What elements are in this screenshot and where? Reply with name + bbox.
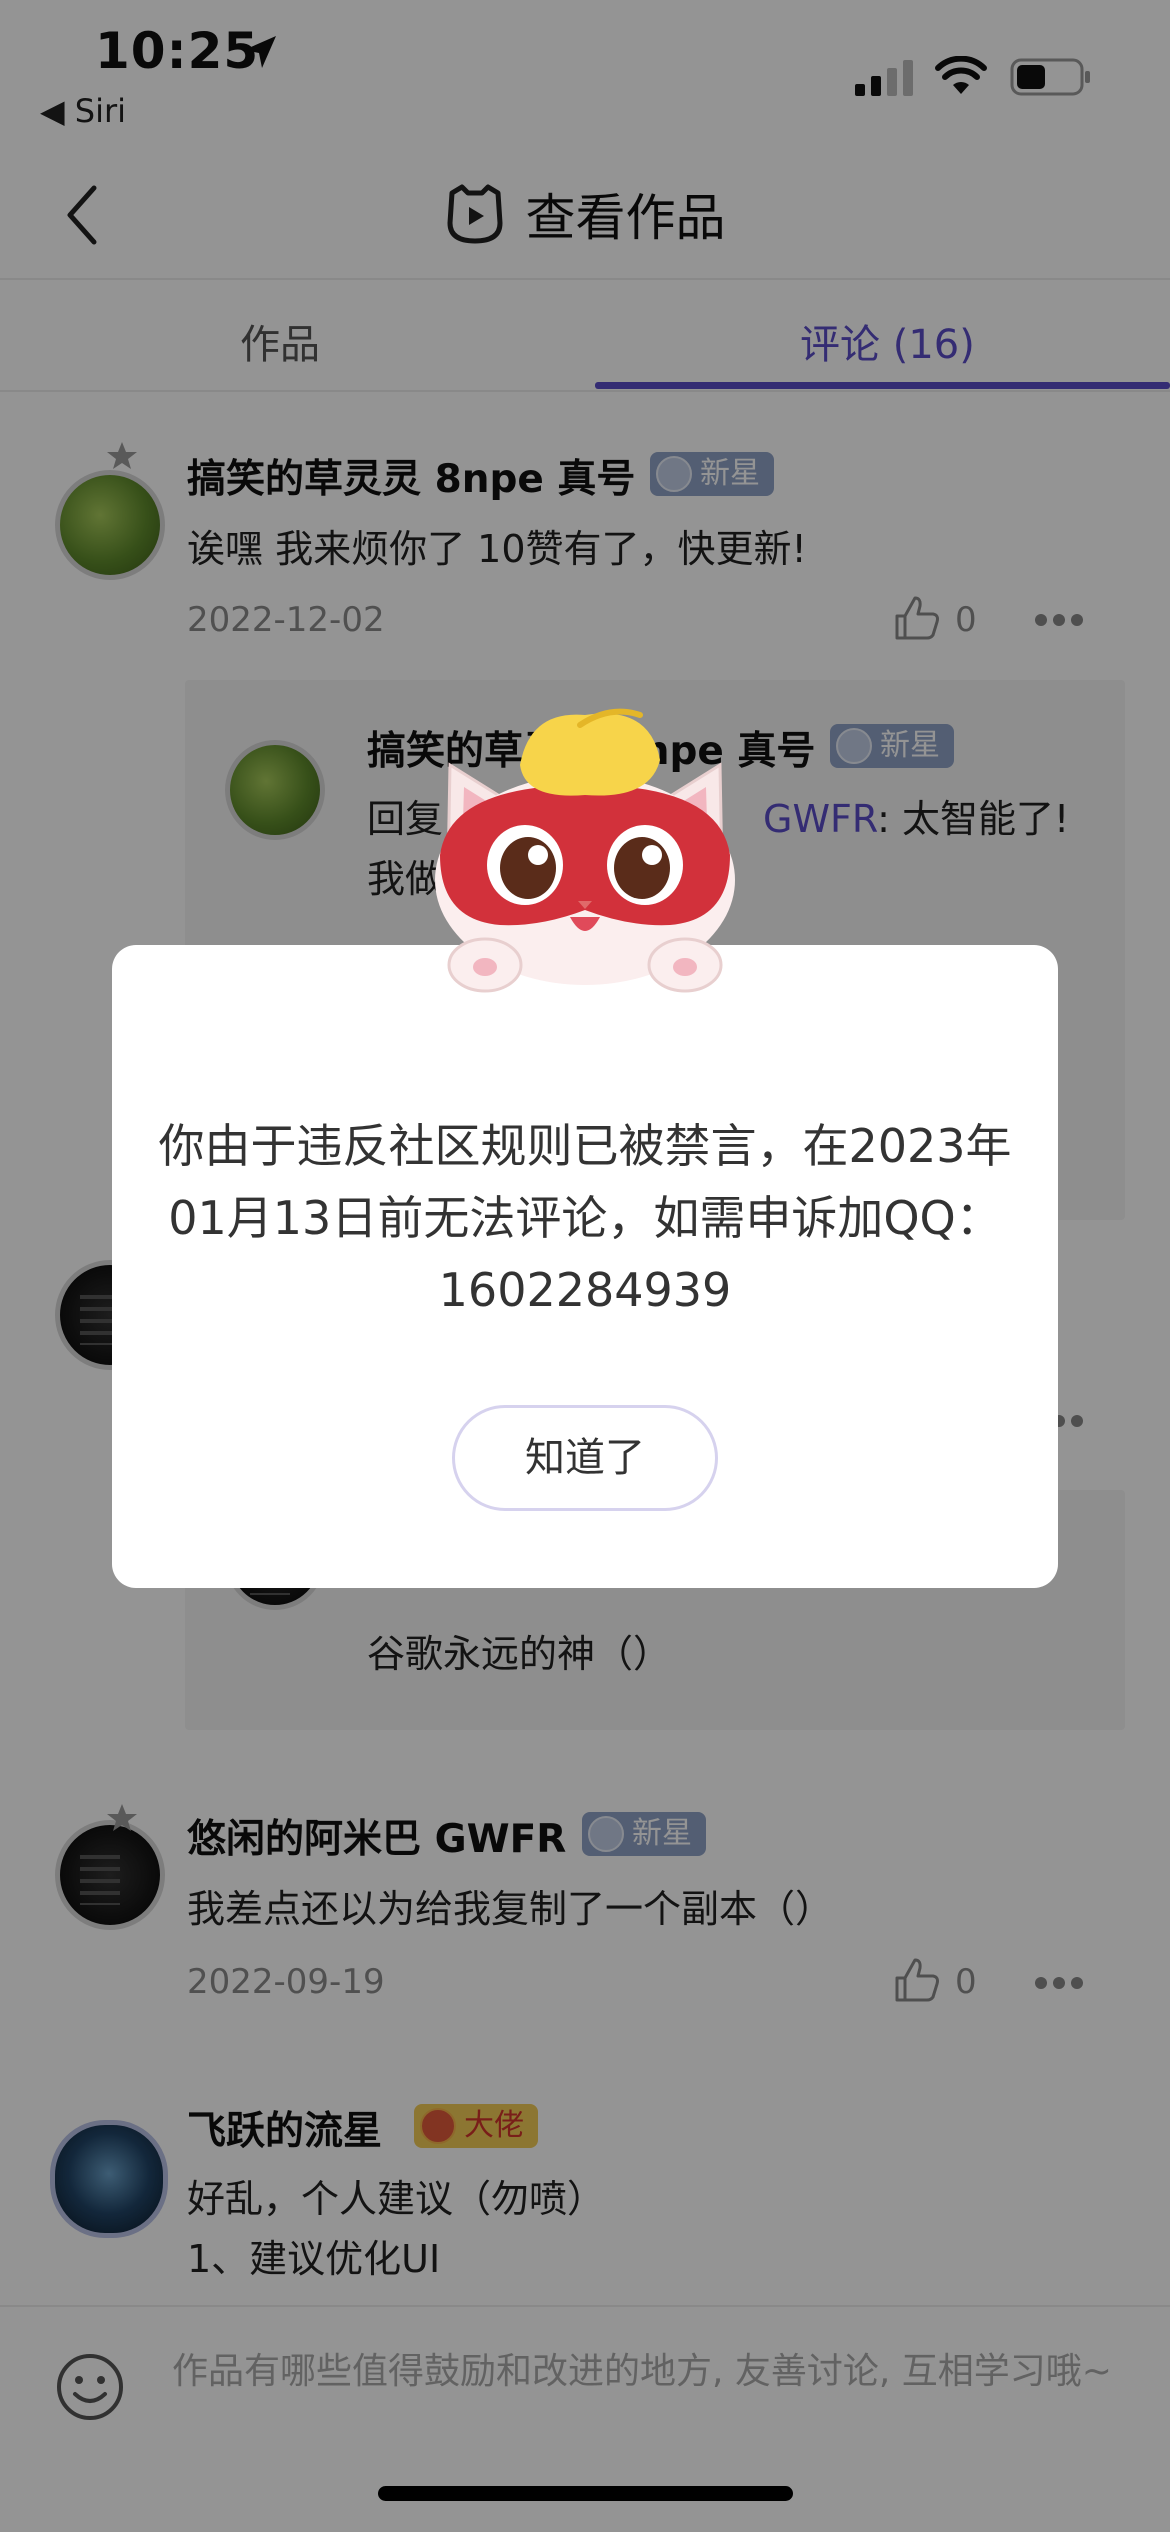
app-screen: 10:25 ◀ Siri 查看作品 作品 评论 (16) 搞笑的草灵灵 8npe… <box>0 0 1170 2532</box>
cat-mascot-illustration <box>435 708 735 993</box>
home-indicator[interactable] <box>378 2486 793 2501</box>
acknowledge-button[interactable]: 知道了 <box>452 1405 718 1511</box>
dialog-message: 你由于违反社区规则已被禁言，在2023年01月13日前无法评论，如需申诉加QQ：… <box>158 1119 1012 1317</box>
ban-notice-dialog: 你由于违反社区规则已被禁言，在2023年01月13日前无法评论，如需申诉加QQ：… <box>112 945 1058 1588</box>
